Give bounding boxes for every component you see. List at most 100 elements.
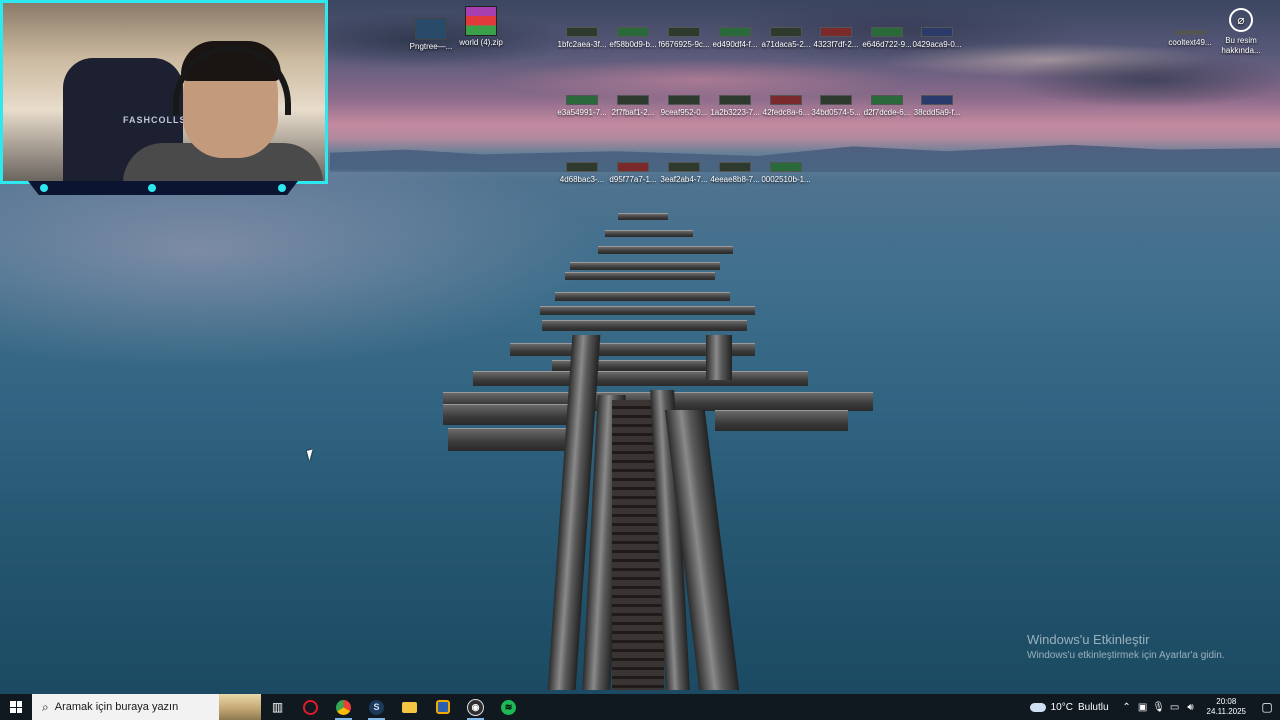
desktop-icon-label: 2f7fbaf1-2... bbox=[611, 108, 655, 117]
desktop-icon-label: 4323f7df-2... bbox=[813, 40, 859, 49]
microphone-icon[interactable]: 🎙︎ bbox=[1151, 702, 1167, 713]
spotify-icon: ≋ bbox=[501, 699, 516, 715]
frame-dot-icon bbox=[278, 184, 286, 192]
image-thumbnail-icon bbox=[921, 95, 953, 105]
desktop-icon-label: d95f77a7-1... bbox=[609, 175, 657, 184]
taskbar-app-file-explorer[interactable] bbox=[393, 694, 426, 720]
mouse-cursor-icon bbox=[306, 449, 316, 461]
taskbar-app-opera[interactable] bbox=[294, 694, 327, 720]
image-thumbnail-icon bbox=[617, 162, 649, 172]
task-view-button[interactable]: ▥ bbox=[261, 694, 294, 720]
desktop-icon-label: ef58b0d9-b... bbox=[609, 40, 657, 49]
steam-icon: S bbox=[369, 699, 384, 715]
desktop-icon-label: world (4).zip bbox=[459, 38, 503, 47]
taskbar-app-steam[interactable]: S bbox=[360, 694, 393, 720]
desktop-icon-label: 42fedc8a-6... bbox=[762, 108, 810, 117]
desktop-icon-image[interactable]: 0002510b-1... bbox=[756, 162, 816, 185]
desktop-icon-image[interactable]: 38cdd5a9-f... bbox=[907, 95, 967, 118]
desktop-icon-label: f6676925-9c... bbox=[658, 40, 710, 49]
desktop-icon-label: 38cdd5a9-f... bbox=[913, 108, 961, 117]
weather-temp: 10°C bbox=[1050, 701, 1073, 713]
image-thumbnail-icon bbox=[566, 95, 598, 105]
search-highlight-image bbox=[219, 694, 261, 720]
search-placeholder: Aramak için buraya yazın bbox=[54, 701, 179, 713]
task-view-icon: ▥ bbox=[271, 700, 284, 714]
image-thumbnail-icon bbox=[668, 27, 700, 37]
image-thumbnail-icon bbox=[719, 95, 751, 105]
activation-title: Windows'u Etkinleştir bbox=[1027, 632, 1150, 647]
desktop-icon-label: 1a2b3223-7... bbox=[710, 108, 760, 117]
desktop-icon-label: 4eeae8b8-7... bbox=[710, 175, 760, 184]
desktop-icon-label: 34bd0574-5... bbox=[811, 108, 861, 117]
desktop-icon-label: e646d722-9... bbox=[862, 40, 912, 49]
desktop-icon-world-zip[interactable]: world (4).zip bbox=[451, 6, 511, 48]
desktop-icon-label: 9ceaf952-0... bbox=[660, 108, 708, 117]
about-this-picture-button[interactable]: ⌀ Bu resim hakkında... bbox=[1218, 8, 1264, 56]
desktop-icon-label: ed490df4-f... bbox=[712, 40, 758, 49]
taskbar-app-spotify[interactable]: ≋ bbox=[492, 694, 525, 720]
show-hidden-icons-chevron-icon[interactable]: ⌃ bbox=[1119, 702, 1135, 713]
image-thumbnail-icon bbox=[566, 27, 598, 37]
desktop-icon-image[interactable]: 0429aca9-0... bbox=[907, 27, 967, 50]
weather-widget[interactable]: 10°C Bulutlu bbox=[1029, 701, 1109, 713]
image-thumbnail-icon bbox=[921, 27, 953, 37]
desktop-icon-label: 1bfc2aea-3f... bbox=[557, 40, 607, 49]
image-thumbnail-icon bbox=[770, 95, 802, 105]
camera-info-icon: ⌀ bbox=[1229, 8, 1253, 32]
desktop-icon-label: a71daca5-2... bbox=[761, 40, 811, 49]
winrar-archive-icon bbox=[465, 6, 497, 36]
search-icon: ⌕ bbox=[42, 699, 49, 714]
taskbar-clock[interactable]: 20:08 24.11.2025 bbox=[1207, 697, 1246, 717]
taskbar: ⌕ Aramak için buraya yazın ▥ S ◉ ≋ 10°C … bbox=[0, 694, 1280, 720]
chrome-icon bbox=[336, 699, 351, 715]
obs-icon: ◉ bbox=[467, 698, 484, 716]
desktop-icon-label: e3a54991-7... bbox=[557, 108, 607, 117]
desktop-icon-label: d2f7dcde-6... bbox=[863, 108, 911, 117]
image-thumbnail-icon bbox=[719, 27, 751, 37]
webcam-frame-bar bbox=[28, 181, 298, 195]
frame-dot-icon bbox=[148, 184, 156, 192]
network-icon[interactable]: ▭ bbox=[1167, 702, 1183, 713]
desktop-icon-label: Pngtree—... bbox=[409, 42, 453, 51]
notification-center-icon[interactable]: ▢ bbox=[1254, 700, 1280, 714]
frame-dot-icon bbox=[40, 184, 48, 192]
weather-condition: Bulutlu bbox=[1077, 701, 1109, 713]
system-tray: 10°C Bulutlu ⌃ ▣ 🎙︎ ▭ 🔊︎ 20:08 24.11.202… bbox=[1029, 694, 1280, 720]
taskbar-app-obs[interactable]: ◉ bbox=[459, 694, 492, 720]
cloud-icon bbox=[1029, 702, 1046, 712]
image-thumbnail-icon bbox=[820, 95, 852, 105]
clock-date: 24.11.2025 bbox=[1206, 707, 1246, 716]
image-thumbnail-icon bbox=[1174, 30, 1206, 35]
image-thumbnail-icon bbox=[770, 27, 802, 37]
image-thumbnail-icon bbox=[617, 27, 649, 37]
activation-subtitle: Windows'u etkinleştirmek için Ayarlar'a … bbox=[1027, 650, 1225, 661]
image-thumbnail-icon bbox=[668, 162, 700, 172]
volume-icon[interactable]: 🔊︎ bbox=[1183, 702, 1199, 713]
windows-logo-icon bbox=[10, 701, 22, 713]
display-icon[interactable]: ▣ bbox=[1135, 702, 1151, 713]
desktop-icon-label: 0002510b-1... bbox=[761, 175, 811, 184]
image-thumbnail-icon bbox=[566, 162, 598, 172]
desktop-icon-cooltext[interactable]: cooltext49... bbox=[1160, 30, 1220, 48]
start-button[interactable] bbox=[0, 694, 32, 720]
desktop-icon-label: 4d68bac3-... bbox=[559, 175, 605, 184]
wallpaper-haze bbox=[0, 170, 600, 370]
clock-time: 20:08 bbox=[1216, 697, 1237, 706]
image-thumbnail-icon bbox=[871, 27, 903, 37]
chair-brand-text: FASHCOLLS bbox=[123, 115, 187, 125]
opera-icon bbox=[303, 699, 318, 715]
shield-app-icon bbox=[435, 700, 450, 714]
image-thumbnail-icon bbox=[668, 95, 700, 105]
image-thumbnail-icon bbox=[617, 95, 649, 105]
desktop-icon-label: cooltext49... bbox=[1168, 38, 1212, 47]
image-thumbnail-icon bbox=[770, 162, 802, 172]
taskbar-app-shield[interactable] bbox=[426, 694, 459, 720]
image-thumbnail-icon bbox=[871, 95, 903, 105]
image-file-icon bbox=[415, 18, 447, 40]
file-explorer-icon bbox=[402, 701, 417, 713]
taskbar-app-chrome[interactable] bbox=[327, 694, 360, 720]
activation-watermark: Windows'u Etkinleştir Windows'u etkinleş… bbox=[1027, 632, 1225, 661]
taskbar-search-box[interactable]: ⌕ Aramak için buraya yazın bbox=[32, 694, 261, 720]
image-thumbnail-icon bbox=[820, 27, 852, 37]
webcam-overlay: FASHCOLLS bbox=[0, 0, 328, 184]
